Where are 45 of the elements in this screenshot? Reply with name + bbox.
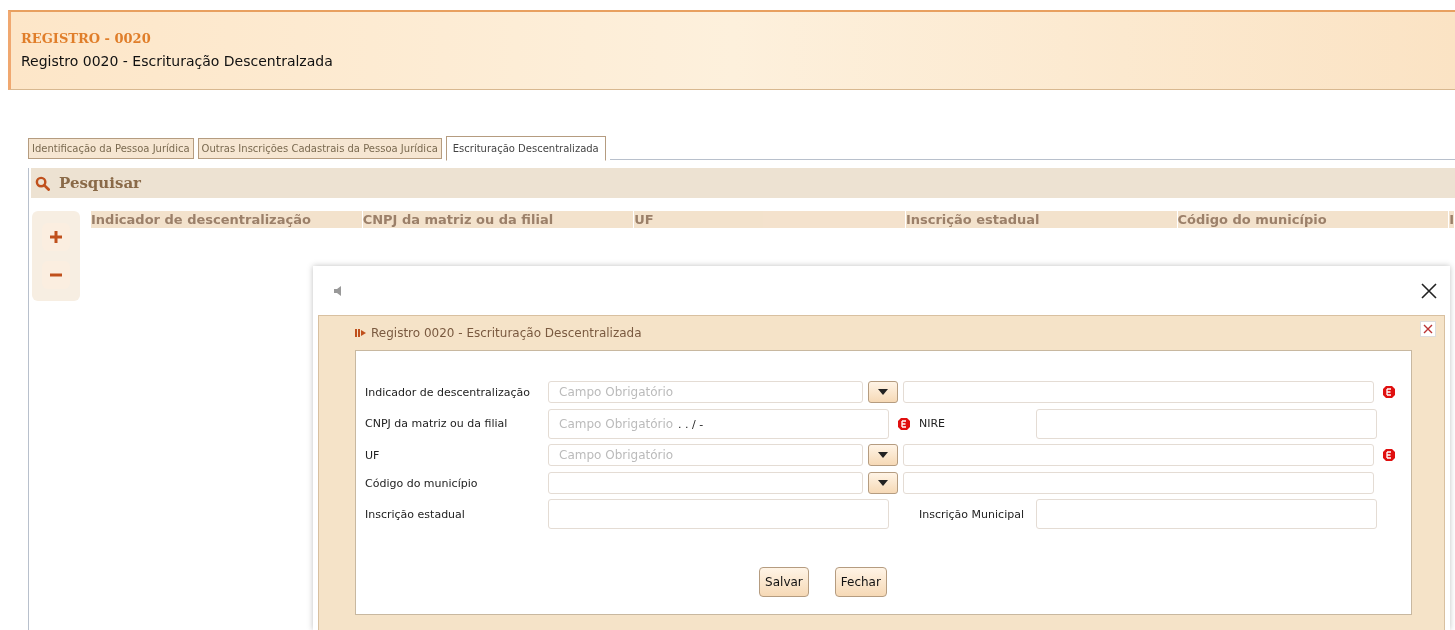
input-field[interactable]: Campo Obrigatório: [548, 381, 863, 403]
arrow-icon: [355, 328, 367, 338]
close-icon[interactable]: [1420, 281, 1438, 300]
column-header: I: [1449, 211, 1454, 228]
dropdown-button[interactable]: [868, 472, 898, 494]
caret-icon: [878, 452, 888, 458]
column-header: Indicador de descentralização: [91, 211, 362, 228]
record-code: REGISTRO - 0020: [21, 31, 151, 46]
input-mask: . . / -: [678, 417, 704, 431]
field-label: Código do município: [365, 476, 479, 490]
plus-icon: [48, 229, 64, 245]
search-icon: [35, 175, 50, 191]
input-field[interactable]: [548, 472, 863, 494]
input-field[interactable]: [1036, 499, 1377, 529]
remove-button[interactable]: [42, 261, 70, 289]
page-title: Registro 0020 - Escrituração Descentralzada: [21, 53, 333, 69]
input-field[interactable]: Campo Obrigatório: [548, 444, 863, 466]
tab[interactable]: Escrituração Descentralizada: [445, 136, 606, 161]
input-field[interactable]: [903, 444, 1374, 466]
dialog-title: Registro 0020 - Escrituração Descentralizada: [371, 326, 642, 340]
column-header: CNPJ da matriz ou da filial: [362, 211, 634, 228]
tab[interactable]: Outras Inscrições Cadastrais da Pessoa Jurídica: [197, 138, 442, 159]
add-button[interactable]: [42, 223, 70, 251]
search-title: Pesquisar: [59, 174, 142, 192]
field-label: NIRE: [919, 417, 947, 430]
dropdown-button[interactable]: [868, 381, 898, 403]
form-button[interactable]: Salvar: [759, 567, 809, 597]
field-label: Indicador de descentralização: [365, 385, 531, 399]
field-label: Inscrição estadual: [365, 507, 466, 521]
field-label: Inscrição Municipal: [919, 507, 1025, 521]
form-button[interactable]: Fechar: [834, 567, 887, 597]
field-label: CNPJ da matriz ou da filial: [365, 417, 509, 430]
close-button[interactable]: [1420, 321, 1436, 337]
caret-icon: [878, 480, 888, 486]
input-field[interactable]: [1036, 408, 1377, 439]
tab[interactable]: Identificação da Pessoa Jurídica: [28, 138, 194, 159]
input-field[interactable]: [903, 472, 1374, 494]
input-field[interactable]: [903, 381, 1374, 403]
dropdown-button[interactable]: [868, 444, 898, 466]
column-header: UF: [634, 211, 905, 228]
field-label: UF: [365, 448, 381, 462]
input-field[interactable]: [548, 499, 889, 529]
column-header: Código do município: [1177, 211, 1449, 228]
caret-icon: [878, 389, 888, 395]
column-header: Inscrição estadual: [905, 211, 1177, 228]
